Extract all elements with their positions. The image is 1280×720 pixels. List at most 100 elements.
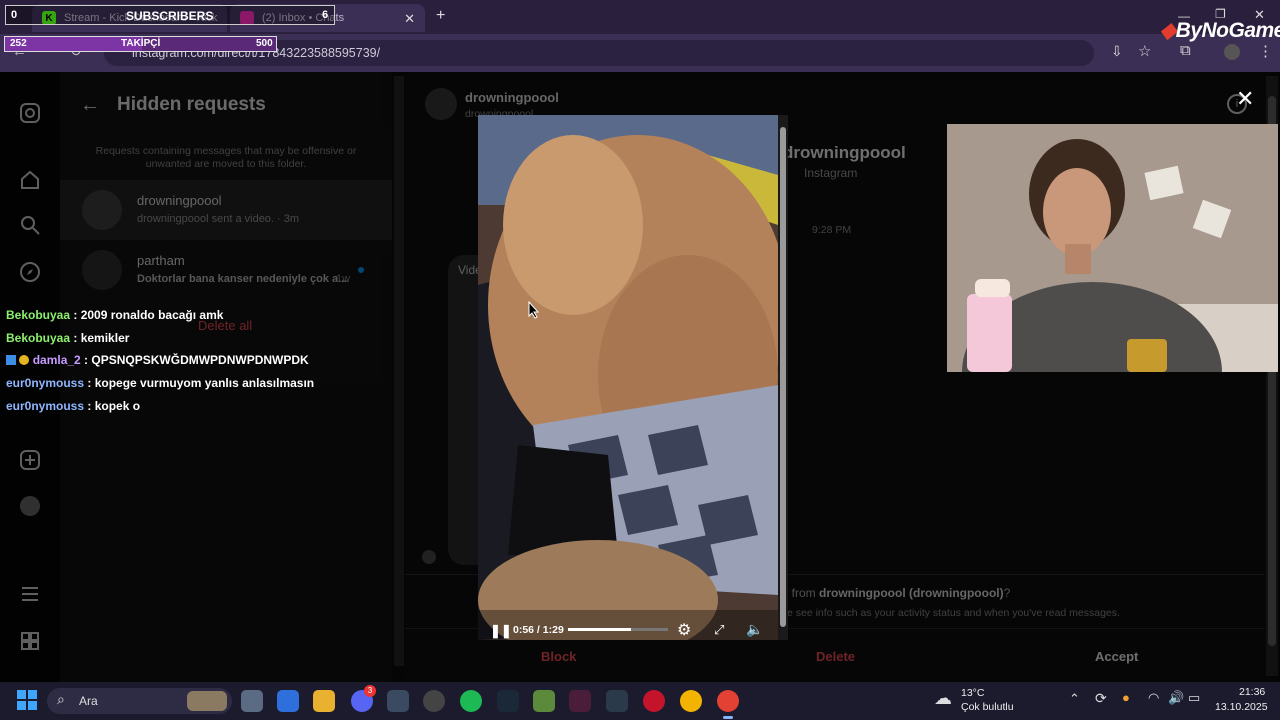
weather-desc: Çok bulutlu	[961, 701, 1014, 713]
fullscreen-icon[interactable]: ⤢	[714, 622, 724, 638]
chat-username: eur0nymouss	[6, 399, 85, 413]
page-title: Hidden requests	[117, 94, 266, 115]
webcam-overlay	[947, 124, 1278, 372]
store-icon[interactable]	[277, 690, 299, 712]
weather-temp: 13°C	[961, 687, 985, 699]
clock-time[interactable]: 21:36	[1239, 686, 1265, 698]
chat-header-name: drowningpoool	[465, 90, 559, 105]
scrollbar[interactable]	[394, 76, 404, 666]
avatar	[422, 550, 436, 564]
chat-message: eur0nymouss : kopek o	[6, 399, 141, 413]
app-icon[interactable]	[387, 690, 409, 712]
request-name: drowningpoool (drowningpoool)	[819, 586, 1004, 600]
new-tab-button[interactable]: +	[436, 7, 445, 25]
discord-icon[interactable]: 3	[351, 685, 376, 712]
followers-goal-widget: 252 TAKİPÇİ 500	[4, 36, 277, 52]
battery-icon[interactable]: ▭	[1188, 690, 1200, 706]
apps-icon[interactable]	[19, 630, 41, 652]
subscribers-current: 0	[11, 9, 18, 21]
followers-label: TAKİPÇİ	[121, 38, 161, 49]
request-time: 1w	[336, 273, 351, 285]
profile-sub: Instagram	[804, 166, 858, 180]
avatar	[82, 250, 122, 290]
request-preview: Doktorlar bana kanser nedeniyle çok a...	[137, 273, 348, 285]
app-icon[interactable]	[569, 690, 591, 712]
request-preview: drowningpoool sent a video. · 3m	[137, 213, 300, 225]
search-icon[interactable]	[19, 214, 41, 236]
accept-button[interactable]: Accept	[1095, 649, 1138, 664]
instagram-logo-icon[interactable]	[19, 102, 41, 124]
request-prefix: t from	[785, 586, 816, 600]
request-item[interactable]: drowningpoool drowningpoool sent a video…	[60, 180, 392, 240]
search-icon: ⌕	[57, 691, 65, 707]
spotify-icon[interactable]	[460, 690, 482, 712]
obs-icon[interactable]	[423, 690, 445, 712]
league-icon[interactable]	[606, 690, 628, 712]
volume-icon[interactable]: 🔊	[1168, 690, 1184, 706]
bookmark-star-icon[interactable]: ☆	[1138, 42, 1151, 60]
chrome-icon[interactable]	[680, 690, 702, 712]
subscribers-goal: 6	[322, 9, 329, 21]
chat-username: Bekobuyaa	[6, 331, 71, 345]
block-button[interactable]: Block	[541, 649, 576, 664]
weather-cloud-icon[interactable]: ☁	[934, 688, 952, 709]
profile-avatar[interactable]	[19, 495, 41, 517]
flame-icon: ◆	[1160, 19, 1176, 42]
video-player[interactable]: ❚❚ 0:56 / 1:29 ⚙ ⤢ 🔈	[478, 115, 778, 640]
followers-current: 252	[10, 38, 27, 49]
request-note: e see info such as your activity status …	[787, 607, 1120, 619]
video-frame	[478, 115, 778, 640]
more-menu-icon[interactable]	[19, 583, 41, 605]
brand-logo: ◆ByNoGame	[1160, 18, 1280, 43]
request-suffix: ?	[1003, 586, 1011, 600]
extensions-icon[interactable]: ⧉	[1180, 42, 1191, 59]
install-app-icon[interactable]: ⇩	[1111, 43, 1123, 60]
chat-message: Bekobuyaa : 2009 ronaldo bacağı amk	[6, 308, 224, 322]
chat-message: damla_2 : QPSNQPSKWĞDMWPDNWPDNWPDK	[6, 353, 309, 367]
clock-date[interactable]: 13.10.2025	[1215, 701, 1268, 713]
chat-text: 2009 ronaldo bacağı amk	[80, 308, 224, 322]
avatar	[425, 88, 457, 120]
close-tab-icon[interactable]: ✕	[404, 11, 415, 27]
sync-icon[interactable]: ⟳	[1095, 690, 1107, 707]
wifi-icon[interactable]: ◠	[1148, 690, 1159, 706]
opera-icon[interactable]	[643, 690, 665, 712]
subscribers-goal-widget: 0 SUBSCRIBERS 6	[5, 5, 335, 25]
explore-icon[interactable]	[19, 261, 41, 283]
video-scrollbar[interactable]	[778, 115, 788, 640]
close-icon[interactable]: ✕	[1236, 86, 1254, 112]
create-icon[interactable]	[19, 449, 41, 471]
subscribers-label: SUBSCRIBERS	[126, 9, 214, 23]
menu-kebab-icon[interactable]: ⋮	[1258, 42, 1273, 60]
back-arrow-icon[interactable]: ←	[80, 94, 100, 117]
request-question: t from drowningpoool (drowningpoool)?	[785, 586, 1010, 600]
badge-icon	[6, 355, 16, 365]
home-icon[interactable]	[19, 169, 41, 191]
start-icon[interactable]	[17, 690, 37, 710]
chrome-active-icon[interactable]	[717, 690, 739, 712]
request-item[interactable]: partham Doktorlar bana kanser nedeniyle …	[60, 240, 392, 300]
mouse-cursor-icon	[528, 301, 540, 319]
profile-name: drowningpoool	[783, 143, 906, 162]
chat-message: Bekobuyaa : kemikler	[6, 331, 130, 345]
volume-icon[interactable]: 🔈	[746, 621, 763, 638]
task-view-icon[interactable]	[241, 690, 263, 712]
profile-avatar[interactable]	[1224, 44, 1240, 60]
video-progress[interactable]	[568, 628, 668, 631]
chat-text: kemikler	[80, 331, 130, 345]
minecraft-icon[interactable]	[533, 690, 555, 712]
search-highlight-image	[187, 691, 227, 711]
tray-chevron-up-icon[interactable]: ⌃	[1069, 691, 1080, 707]
file-explorer-icon[interactable]	[313, 690, 335, 712]
chat-username: damla_2	[32, 353, 81, 367]
pause-icon[interactable]: ❚❚	[490, 623, 512, 639]
unread-dot	[358, 267, 364, 273]
brand-name: ByNoGame	[1175, 19, 1280, 42]
avatar	[82, 190, 122, 230]
taskbar-search[interactable]: ⌕ Ara	[47, 688, 232, 714]
settings-gear-icon[interactable]: ⚙	[677, 620, 691, 640]
steam-icon[interactable]	[497, 690, 519, 712]
subscriber-badge-icon	[19, 355, 30, 365]
delete-button[interactable]: Delete	[816, 649, 855, 664]
microphone-icon[interactable]: ●	[1122, 690, 1130, 705]
